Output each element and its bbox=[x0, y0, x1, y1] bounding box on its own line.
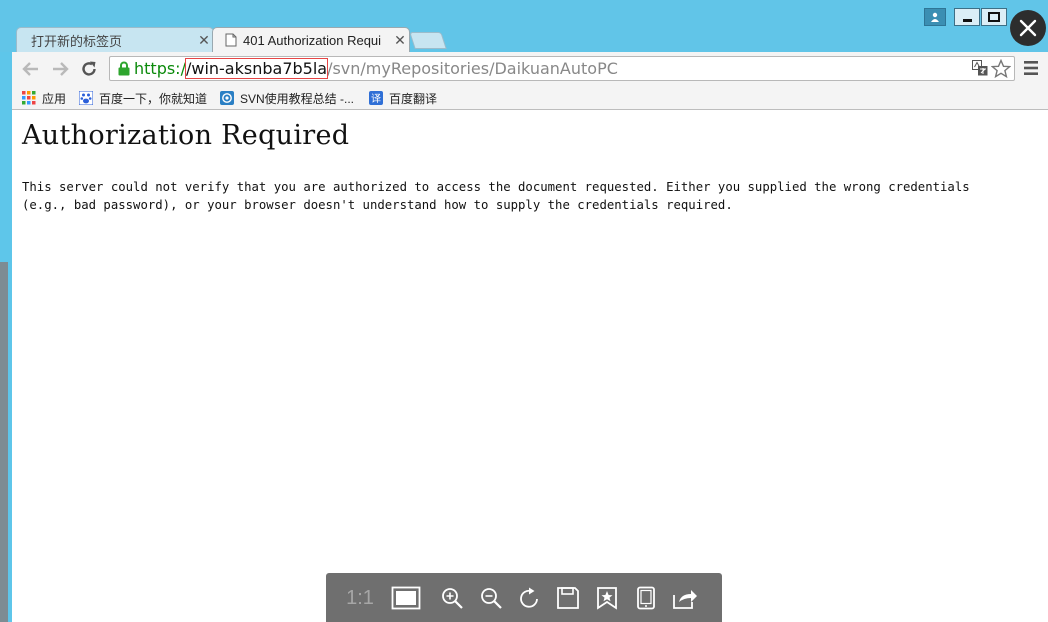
tab-authorization-required[interactable]: 401 Authorization Requi ✕ bbox=[212, 27, 410, 52]
menu-icon[interactable] bbox=[1024, 60, 1038, 76]
rotate-button[interactable] bbox=[515, 583, 545, 613]
bookmark-apps[interactable]: 应用 bbox=[22, 89, 66, 107]
url-scheme: https:/ bbox=[134, 59, 186, 78]
fit-window-icon bbox=[391, 586, 421, 610]
maximize-button[interactable] bbox=[981, 8, 1007, 26]
bookmark-star-icon[interactable] bbox=[991, 59, 1011, 79]
translate-site-icon: 译 bbox=[369, 91, 383, 105]
close-icon bbox=[1019, 19, 1037, 37]
profile-icon[interactable] bbox=[924, 8, 946, 26]
lock-icon bbox=[118, 61, 130, 76]
fit-window-button[interactable] bbox=[391, 583, 421, 613]
bookmark-label: 百度一下，你就知道 bbox=[99, 91, 208, 106]
browser-toolbar: https://win-aksnba7b5la/svn/myRepositori… bbox=[12, 52, 1048, 86]
baidu-paw-icon bbox=[79, 91, 93, 105]
forward-button[interactable] bbox=[50, 59, 70, 79]
apps-grid-icon bbox=[22, 91, 36, 105]
rotate-icon bbox=[520, 587, 538, 608]
page-title: Authorization Required bbox=[22, 120, 350, 151]
share-button[interactable] bbox=[670, 583, 700, 613]
share-icon bbox=[673, 590, 697, 609]
bookmark-baidu[interactable]: 百度一下，你就知道 bbox=[79, 89, 207, 107]
new-tab-button[interactable] bbox=[409, 32, 447, 49]
address-bar[interactable]: https://win-aksnba7b5la/svn/myRepositori… bbox=[109, 56, 1015, 81]
reload-button[interactable] bbox=[79, 59, 99, 79]
forward-arrow-icon bbox=[53, 62, 69, 76]
tab-close-icon[interactable]: ✕ bbox=[391, 32, 409, 49]
back-arrow-icon bbox=[22, 62, 38, 76]
bookmark-label: SVN使用教程总结 -... bbox=[240, 91, 355, 106]
minimize-icon bbox=[962, 18, 972, 22]
bookmark-svn-tutorial[interactable]: SVN使用教程总结 -... bbox=[220, 89, 354, 107]
bookmark-baidu-translate[interactable]: 译 百度翻译 bbox=[369, 89, 437, 107]
zoom-in-icon bbox=[442, 588, 463, 609]
zoom-in-button[interactable] bbox=[437, 583, 467, 613]
tablet-icon bbox=[637, 586, 655, 610]
error-message: This server could not verify that you ar… bbox=[22, 180, 970, 212]
bookmarks-bar: 应用 百度一下，你就知道 SVN使用教程总结 -... 译 百度翻译 bbox=[12, 86, 1048, 110]
tab-label: 打开新的标签页 bbox=[31, 33, 123, 49]
bookmark-label: 百度翻译 bbox=[389, 91, 438, 106]
close-viewer-button[interactable] bbox=[1010, 10, 1046, 46]
tab-close-icon[interactable]: ✕ bbox=[195, 32, 213, 49]
favorite-button[interactable] bbox=[592, 583, 622, 613]
reload-icon bbox=[82, 61, 96, 76]
back-button[interactable] bbox=[21, 59, 41, 79]
left-edge-shadow bbox=[0, 262, 8, 622]
globe-site-icon bbox=[220, 91, 234, 105]
url-path: /svn/myRepositories/DaikuanAutoPC bbox=[327, 59, 618, 78]
bookmark-star-icon bbox=[597, 587, 617, 610]
device-view-button[interactable] bbox=[631, 583, 661, 613]
tab-new-tab[interactable]: 打开新的标签页 ✕ bbox=[16, 27, 214, 52]
page-content: Authorization Required This server could… bbox=[12, 110, 1048, 622]
url-host-highlighted: /win-aksnba7b5la bbox=[184, 58, 329, 79]
translate-icon[interactable] bbox=[972, 60, 988, 76]
svg-text:译: 译 bbox=[371, 93, 381, 105]
bookmark-label: 应用 bbox=[42, 91, 67, 106]
minimize-button[interactable] bbox=[954, 8, 980, 26]
window-left-edge bbox=[0, 52, 12, 622]
document-icon bbox=[225, 33, 237, 47]
url-text: https://win-aksnba7b5la/svn/myRepositori… bbox=[134, 57, 618, 80]
image-viewer-toolbar: 1:1 bbox=[326, 573, 722, 622]
zoom-out-button[interactable] bbox=[476, 583, 506, 613]
actual-size-button[interactable]: 1:1 bbox=[342, 583, 378, 613]
tab-label: 401 Authorization Requi bbox=[243, 32, 382, 48]
maximize-icon bbox=[988, 12, 1000, 22]
zoom-out-icon bbox=[481, 588, 502, 609]
save-button[interactable] bbox=[553, 583, 583, 613]
save-icon bbox=[557, 587, 579, 609]
